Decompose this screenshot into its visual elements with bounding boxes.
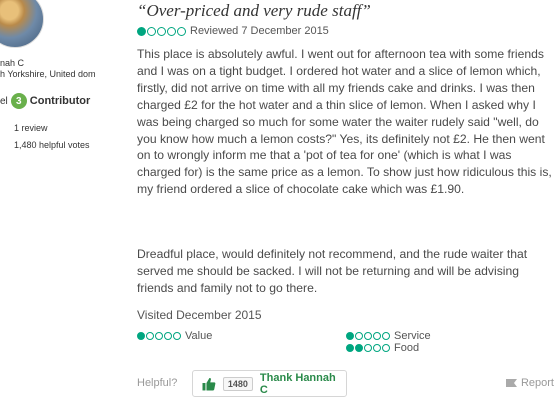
flag-icon [505,379,517,387]
rating-bubble-empty-icon [355,332,363,340]
review-paragraph: Dreadful place, would definitely not rec… [137,247,528,295]
rating-bubbles [137,332,181,340]
level-badge-icon: 3 [10,93,27,109]
rating-bubble-empty-icon [146,332,154,340]
rating-bubble-filled-icon [355,344,363,352]
rating-bubble-empty-icon [382,344,390,352]
rating-bubbles [346,332,390,340]
sub-rating-value: Value [137,330,212,342]
level-prefix: el [0,95,8,107]
review-title[interactable]: “Over-priced and very rude staff” [137,1,371,21]
rating-bubble-filled-icon [346,332,354,340]
rating-bubble-empty-icon [364,344,372,352]
rating-bubble-empty-icon [382,332,390,340]
rating-bubble-empty-icon [373,344,381,352]
sub-rating-label: Value [185,330,213,342]
rating-bubble-empty-icon [173,332,181,340]
level-title: Contributor [29,95,91,107]
rating-bubbles [346,344,390,352]
sub-rating-label: Food [394,342,420,354]
review-count: 1 review [4,123,48,133]
avatar[interactable] [0,0,44,48]
reviewer-name[interactable]: nah C [0,58,24,68]
reviewer-level: el 3 Contributor [0,93,90,109]
rating-bubble-empty-icon [155,332,163,340]
rating-row: Reviewed 7 December 2015 [137,25,329,37]
helpful-votes-count: 1,480 helpful votes [4,140,90,150]
helpful-votes-icon [4,142,10,148]
rating-bubble-empty-icon [364,332,372,340]
visited-date: Visited December 2015 [137,308,262,322]
thank-label: Thank Hannah C [259,371,336,396]
rating-bubble-empty-icon [373,332,381,340]
sub-rating-food: Food [346,342,419,354]
sub-rating-service: Service [346,330,431,342]
helpful-row: Helpful? 1480 Thank Hannah C Report [137,370,556,400]
rating-bubble-empty-icon [157,26,166,36]
report-label: Report [520,377,554,389]
thank-button[interactable]: 1480 Thank Hannah C [192,370,347,397]
review-icon [4,125,10,131]
rating-bubble-empty-icon [167,26,176,36]
rating-bubble-empty-icon [164,332,172,340]
rating-bubble-empty-icon [147,26,156,36]
thank-count: 1480 [222,376,253,391]
helpful-votes-text: 1,480 helpful votes [14,140,90,150]
helpful-label: Helpful? [137,377,178,389]
rating-bubble-filled-icon [346,344,354,352]
review-paragraph: This place is absolutely awful. I went o… [137,47,552,197]
reviewed-date: Reviewed 7 December 2015 [190,25,329,37]
reviewer-location: h Yorkshire, United dom [0,69,96,79]
rating-bubbles [137,26,186,36]
thumbs-up-icon [202,377,216,390]
review-count-text: 1 review [14,123,48,133]
report-link[interactable]: Report [505,377,554,389]
sub-rating-label: Service [394,330,431,342]
rating-bubble-filled-icon [137,26,146,36]
rating-bubble-filled-icon [137,332,145,340]
rating-bubble-empty-icon [177,26,186,36]
